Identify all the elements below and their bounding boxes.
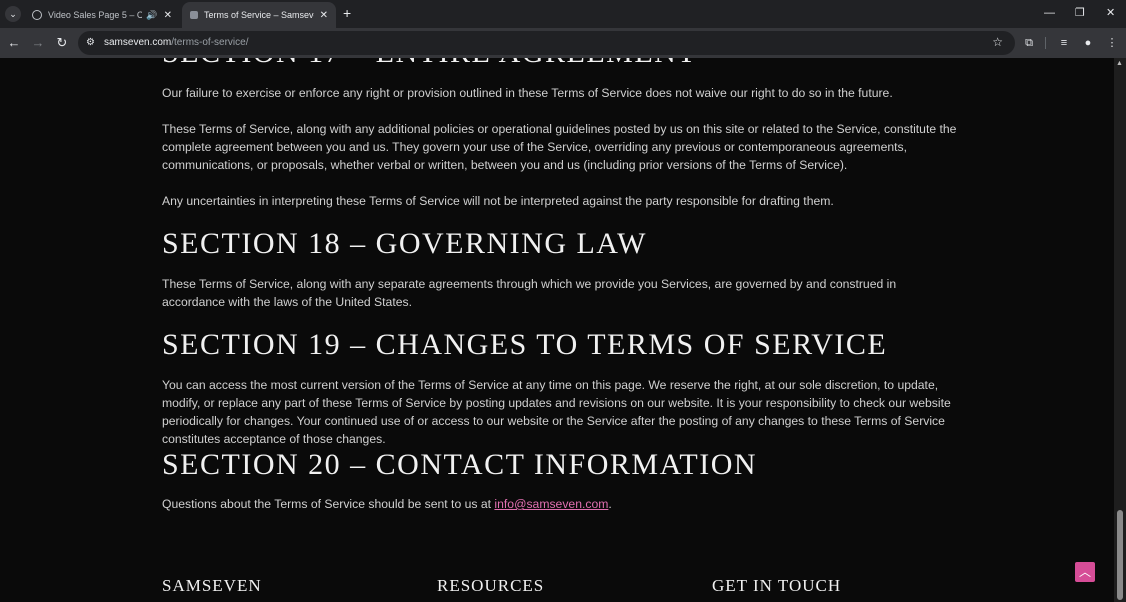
- media-controls-icon[interactable]: ≡: [1056, 35, 1072, 51]
- restore-icon[interactable]: ❐: [1075, 5, 1085, 21]
- close-icon[interactable]: ✕: [320, 10, 328, 21]
- site-info-icon[interactable]: ⚙: [86, 36, 95, 50]
- section-17-heading: SECTION 17 – ENTIRE AGREEMENT: [162, 58, 697, 68]
- back-arrow-icon[interactable]: ←: [5, 34, 23, 52]
- extensions-icon[interactable]: ⧉: [1021, 35, 1037, 51]
- section-18-heading: SECTION 18 – GOVERNING LAW: [162, 227, 647, 260]
- scroll-to-top-button[interactable]: ︿: [1075, 562, 1095, 582]
- contact-email-link[interactable]: info@samseven.com: [494, 497, 608, 511]
- section-19-heading: SECTION 19 – CHANGES TO TERMS OF SERVICE: [162, 328, 888, 361]
- section-20-paragraph-1: Questions about the Terms of Service sho…: [162, 495, 962, 513]
- speaker-icon[interactable]: 🔊: [146, 10, 157, 21]
- footer-brand: SAMSEVEN: [162, 576, 262, 595]
- tab-title: Video Sales Page 5 – Capt I: [48, 10, 143, 20]
- contact-text: Questions about the Terms of Service sho…: [162, 497, 495, 511]
- bookmark-star-icon[interactable]: ☆: [992, 35, 1003, 49]
- reload-icon[interactable]: ↻: [53, 34, 71, 52]
- footer-contact-heading: GET IN TOUCH: [712, 576, 842, 595]
- section-19-paragraph-1: You can access the most current version …: [162, 378, 951, 446]
- scrollbar-thumb[interactable]: [1117, 510, 1123, 600]
- url-text[interactable]: samseven.com/terms-of-service/: [104, 37, 248, 48]
- close-icon[interactable]: ✕: [164, 10, 172, 21]
- page-scrollbar[interactable]: ▲: [1114, 58, 1126, 602]
- section-17-paragraph-2: These Terms of Service, along with any a…: [162, 122, 957, 172]
- url-domain: samseven.com: [104, 37, 172, 48]
- site-favicon-icon: [190, 11, 198, 19]
- section-20-heading: SECTION 20 – CONTACT INFORMATION: [162, 448, 758, 481]
- section-17-paragraph-1: Our failure to exercise or enforce any r…: [162, 86, 893, 100]
- section-18-paragraph-1: These Terms of Service, along with any s…: [162, 277, 897, 309]
- section-17-paragraph-3: Any uncertainties in interpreting these …: [162, 194, 834, 208]
- tab-video-sales[interactable]: Video Sales Page 5 – Capt I 🔊 ✕: [24, 2, 180, 28]
- browser-toolbar: ← → ↻ ⚙ samseven.com/terms-of-service/ ☆…: [0, 28, 1126, 58]
- minimize-icon[interactable]: —: [1044, 5, 1055, 21]
- profile-avatar-icon[interactable]: ●: [1080, 35, 1096, 51]
- kebab-menu-icon[interactable]: ⋮: [1104, 35, 1120, 51]
- footer-resources-heading: RESOURCES: [437, 576, 545, 595]
- globe-icon: [32, 10, 42, 20]
- page-viewport: SECTION 17 – ENTIRE AGREEMENT Our failur…: [0, 58, 1114, 602]
- new-tab-plus-icon[interactable]: +: [343, 5, 351, 21]
- toolbar-divider: [1045, 37, 1046, 49]
- tab-terms-of-service[interactable]: Terms of Service – Samseven ✕: [182, 2, 336, 28]
- forward-arrow-icon[interactable]: →: [29, 34, 47, 52]
- chevron-up-icon: ︿: [1078, 565, 1091, 579]
- address-bar[interactable]: ⚙ samseven.com/terms-of-service/ ☆: [78, 31, 1015, 55]
- scroll-up-arrow-icon[interactable]: ▲: [1116, 60, 1123, 67]
- window-close-icon[interactable]: ✕: [1106, 5, 1115, 21]
- tab-search-icon[interactable]: ⌄: [5, 6, 21, 22]
- tab-strip: ⌄ Video Sales Page 5 – Capt I 🔊 ✕ Terms …: [0, 0, 1126, 28]
- contact-text-end: .: [608, 497, 612, 511]
- url-path: /terms-of-service/: [171, 37, 249, 48]
- tab-title: Terms of Service – Samseven: [204, 10, 314, 20]
